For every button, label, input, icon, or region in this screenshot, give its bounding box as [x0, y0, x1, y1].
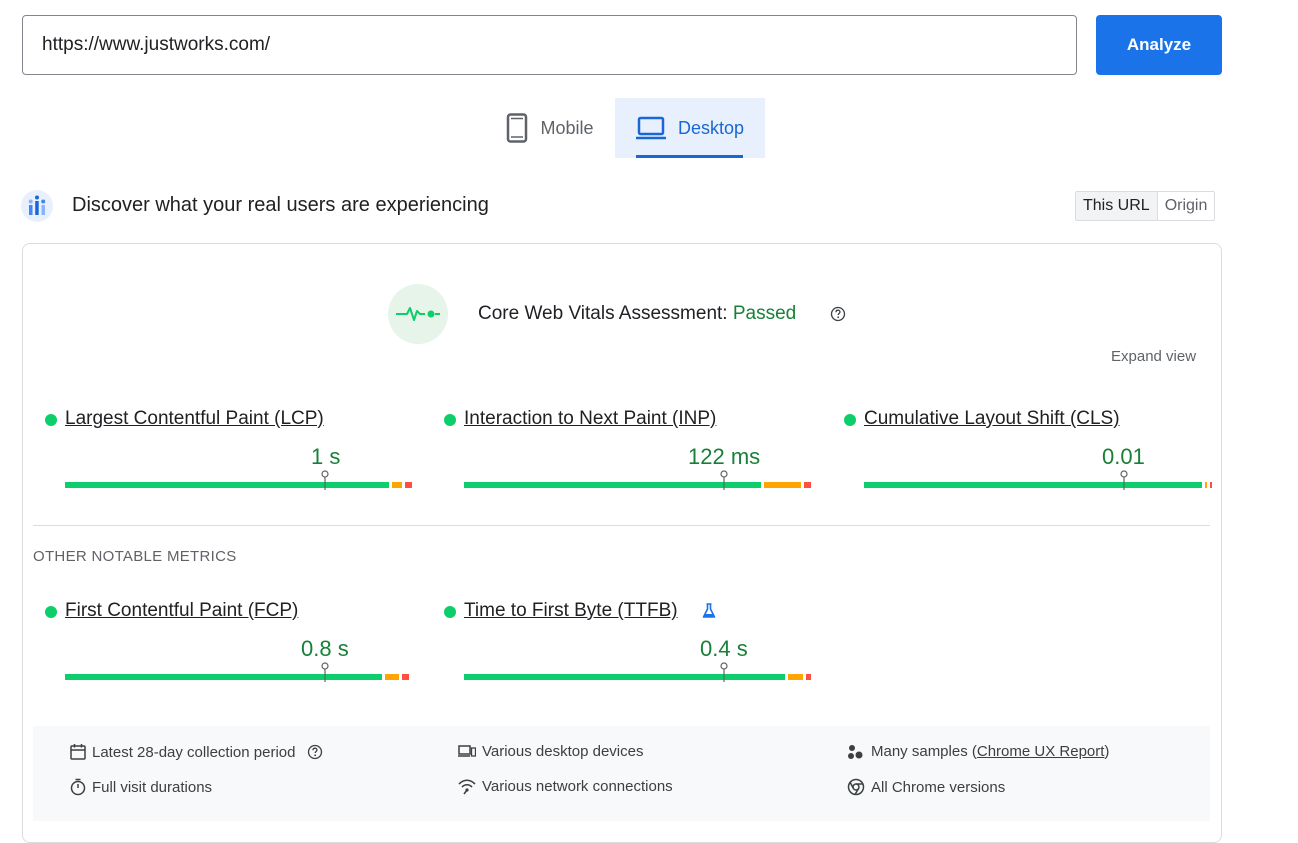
metric-fcp: First Contentful Paint (FCP) 0.8 s: [45, 598, 409, 688]
metric-value: 122 ms: [688, 444, 761, 469]
footer-samples: Many samples (Chrome UX Report): [847, 743, 1109, 760]
url-origin-toggle: This URL Origin: [1075, 191, 1216, 221]
metric-name[interactable]: First Contentful Paint (FCP): [65, 598, 298, 624]
expand-view-link[interactable]: Expand view: [1111, 348, 1196, 365]
distribution-segment-needs-improvement: [787, 674, 803, 680]
metric-name[interactable]: Cumulative Layout Shift (CLS): [864, 406, 1120, 432]
footer-visit-durations: Full visit durations: [70, 778, 212, 796]
status-good-dot: [45, 414, 57, 426]
samples-icon: [848, 744, 863, 759]
network-wifi-icon: [458, 778, 476, 794]
distribution-segment-poor: [401, 674, 409, 680]
experimental-flask-icon[interactable]: [702, 603, 716, 624]
distribution-segment-poor: [1209, 482, 1212, 488]
section-divider: [33, 525, 1210, 526]
metric-value: 0.8 s: [301, 636, 349, 661]
cwv-assessment-badge: [388, 284, 448, 344]
metric-value: 0.4 s: [700, 636, 748, 661]
status-good-dot: [844, 414, 856, 426]
laptop-icon: [635, 116, 666, 140]
crux-users-icon: [21, 190, 53, 222]
distribution-bar: [464, 674, 811, 680]
tab-mobile-label: Mobile: [540, 117, 594, 138]
devices-icon: [458, 744, 476, 757]
cwv-assessment-status: Passed: [732, 303, 797, 324]
pulse-icon: [396, 307, 440, 321]
tab-selected-indicator: [636, 155, 743, 158]
percentile-marker-icon: [1120, 470, 1128, 490]
tab-desktop-label: Desktop: [677, 117, 745, 138]
calendar-icon: [70, 744, 86, 760]
metric-name[interactable]: Time to First Byte (TTFB): [464, 598, 678, 624]
distribution-segment-poor: [805, 674, 811, 680]
distribution-bar: [864, 482, 1212, 488]
distribution-segment-needs-improvement: [1204, 482, 1207, 488]
footer-collection-period: Latest 28-day collection period: [70, 743, 323, 761]
help-icon[interactable]: [830, 306, 846, 327]
metric-value: 1 s: [311, 444, 341, 469]
chrome-icon: [847, 778, 865, 796]
footer-chrome-versions: All Chrome versions: [847, 778, 1005, 796]
smartphone-icon: [506, 113, 528, 143]
footer-devices: Various desktop devices: [458, 743, 643, 760]
other-metrics-heading: OTHER NOTABLE METRICS: [33, 548, 237, 565]
tab-mobile[interactable]: Mobile: [486, 98, 614, 158]
field-data-footer: [33, 726, 1210, 821]
status-good-dot: [444, 606, 456, 618]
footer-samples-text: Many samples (Chrome UX Report): [871, 743, 1110, 760]
status-good-dot: [444, 414, 456, 426]
footer-network-text: Various network connections: [482, 778, 673, 795]
distribution-segment-poor: [804, 482, 811, 488]
percentile-marker-icon: [720, 662, 728, 682]
metric-lcp: Largest Contentful Paint (LCP) 1 s: [45, 406, 412, 496]
timer-icon: [70, 778, 86, 796]
analyze-button[interactable]: Analyze: [1096, 15, 1222, 75]
distribution-segment-good: [65, 674, 383, 680]
distribution-segment-good: [65, 482, 389, 488]
percentile-marker-icon: [321, 470, 329, 490]
metric-value: 0.01: [1102, 444, 1145, 469]
help-icon[interactable]: [307, 744, 323, 760]
distribution-segment-needs-improvement: [391, 482, 403, 488]
metric-name[interactable]: Interaction to Next Paint (INP): [464, 406, 716, 432]
cwv-assessment-title: Core Web Vitals Assessment: Passed: [478, 302, 796, 326]
distribution-segment-needs-improvement: [763, 482, 802, 488]
distribution-segment-poor: [405, 482, 412, 488]
distribution-segment-good: [464, 482, 761, 488]
metric-inp: Interaction to Next Paint (INP) 122 ms: [444, 406, 811, 496]
metric-ttfb: Time to First Byte (TTFB) 0.4 s: [444, 598, 811, 688]
cwv-assessment-label: Core Web Vitals Assessment:: [478, 303, 728, 324]
toggle-this-url[interactable]: This URL: [1076, 192, 1158, 220]
distribution-bar: [65, 482, 412, 488]
footer-devices-text: Various desktop devices: [482, 743, 644, 760]
metric-name[interactable]: Largest Contentful Paint (LCP): [65, 406, 324, 432]
tab-desktop[interactable]: Desktop: [615, 98, 765, 158]
distribution-segment-needs-improvement: [385, 674, 399, 680]
toggle-origin[interactable]: Origin: [1158, 192, 1215, 220]
footer-visit-durations-text: Full visit durations: [92, 778, 213, 796]
percentile-marker-icon: [720, 470, 728, 490]
url-input[interactable]: [22, 15, 1077, 75]
distribution-segment-good: [864, 482, 1202, 488]
footer-collection-period-text: Latest 28-day collection period: [92, 743, 296, 761]
distribution-bar: [65, 674, 412, 680]
footer-network: Various network connections: [458, 778, 673, 795]
metric-cls: Cumulative Layout Shift (CLS) 0.01: [844, 406, 1212, 496]
status-good-dot: [45, 606, 57, 618]
field-data-title: Discover what your real users are experi…: [72, 194, 489, 216]
footer-chrome-versions-text: All Chrome versions: [871, 778, 1006, 796]
chrome-ux-report-link[interactable]: Chrome UX Report: [977, 743, 1105, 760]
percentile-marker-icon: [321, 662, 329, 682]
distribution-segment-good: [464, 674, 785, 680]
distribution-bar: [464, 482, 811, 488]
